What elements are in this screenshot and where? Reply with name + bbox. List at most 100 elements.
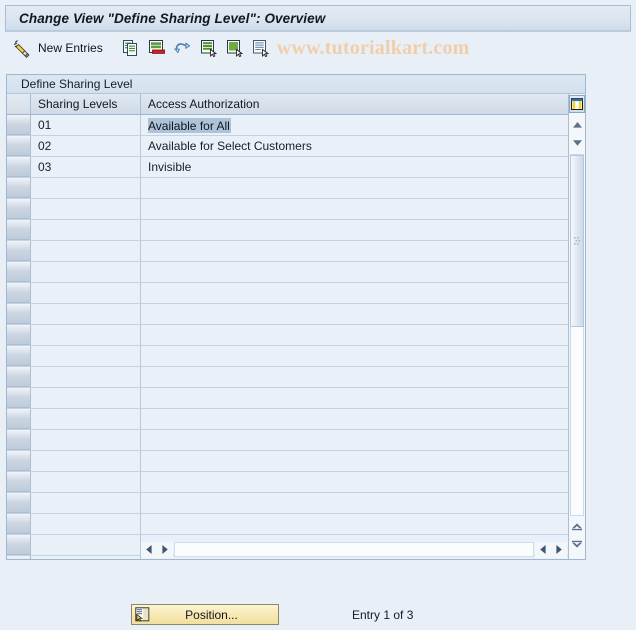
- table-row[interactable]: [7, 430, 585, 451]
- table-row[interactable]: 01 Available for All: [7, 115, 585, 136]
- copy-icon[interactable]: [121, 38, 141, 58]
- row-selector-button[interactable]: [7, 157, 31, 177]
- row-selector-button[interactable]: [7, 409, 31, 429]
- row-selector-button[interactable]: [7, 388, 31, 408]
- scroll-right-icon[interactable]: [157, 541, 173, 558]
- scroll-left-end-icon[interactable]: [535, 541, 551, 558]
- cell-sharing-level[interactable]: [31, 451, 141, 471]
- row-selector-button[interactable]: [7, 346, 31, 366]
- column-header-access-authorization[interactable]: Access Authorization: [141, 94, 585, 114]
- row-selector-button[interactable]: [7, 472, 31, 492]
- table-row[interactable]: [7, 346, 585, 367]
- table-row[interactable]: [7, 493, 585, 514]
- cell-sharing-level[interactable]: [31, 304, 141, 324]
- row-selector-button[interactable]: [7, 325, 31, 345]
- cell-sharing-level[interactable]: [31, 346, 141, 366]
- table-row[interactable]: [7, 409, 585, 430]
- cell-sharing-level[interactable]: [31, 325, 141, 345]
- cell-sharing-level[interactable]: [31, 514, 141, 534]
- row-selector-button[interactable]: [7, 136, 31, 156]
- cell-access-authorization[interactable]: [141, 514, 585, 534]
- cell-access-authorization[interactable]: [141, 241, 585, 261]
- table-row[interactable]: [7, 220, 585, 241]
- page-down-icon[interactable]: [569, 536, 585, 553]
- cell-sharing-level[interactable]: [31, 283, 141, 303]
- vertical-scroll-thumb[interactable]: [570, 155, 584, 327]
- row-selector-header[interactable]: [7, 94, 31, 114]
- cell-sharing-level[interactable]: 02: [31, 136, 141, 156]
- table-row[interactable]: [7, 262, 585, 283]
- table-row[interactable]: [7, 388, 585, 409]
- row-selector-button[interactable]: [7, 514, 31, 534]
- table-row[interactable]: [7, 283, 585, 304]
- cell-access-authorization[interactable]: [141, 346, 585, 366]
- delete-icon[interactable]: [147, 38, 167, 58]
- cell-sharing-level[interactable]: 01: [31, 115, 141, 135]
- cell-access-authorization[interactable]: [141, 178, 585, 198]
- table-settings-icon[interactable]: [569, 95, 585, 113]
- select-all-icon[interactable]: [199, 38, 219, 58]
- vertical-scrollbar[interactable]: [568, 94, 585, 559]
- new-entries-label[interactable]: New Entries: [38, 41, 103, 55]
- cell-sharing-level[interactable]: 03: [31, 157, 141, 177]
- scroll-up-icon[interactable]: [569, 116, 585, 133]
- horizontal-scrollbar[interactable]: [141, 541, 567, 558]
- cell-sharing-level[interactable]: [31, 535, 141, 555]
- row-selector-button[interactable]: [7, 535, 31, 555]
- cell-access-authorization[interactable]: [141, 199, 585, 219]
- pencil-icon[interactable]: [11, 38, 31, 58]
- cell-sharing-level[interactable]: [31, 556, 141, 559]
- table-row[interactable]: [7, 178, 585, 199]
- cell-access-authorization[interactable]: [141, 430, 585, 450]
- row-selector-button[interactable]: [7, 178, 31, 198]
- table-row[interactable]: [7, 241, 585, 262]
- table-row[interactable]: [7, 472, 585, 493]
- table-row[interactable]: [7, 304, 585, 325]
- row-selector-button[interactable]: [7, 199, 31, 219]
- table-row[interactable]: [7, 514, 585, 535]
- cell-access-authorization[interactable]: [141, 262, 585, 282]
- cell-access-authorization[interactable]: [141, 283, 585, 303]
- cell-access-authorization[interactable]: [141, 220, 585, 240]
- cell-sharing-level[interactable]: [31, 241, 141, 261]
- cell-sharing-level[interactable]: [31, 409, 141, 429]
- table-row[interactable]: [7, 367, 585, 388]
- cell-sharing-level[interactable]: [31, 472, 141, 492]
- cell-sharing-level[interactable]: [31, 493, 141, 513]
- position-button[interactable]: Position...: [131, 604, 279, 625]
- cell-access-authorization[interactable]: [141, 451, 585, 471]
- cell-access-authorization[interactable]: [141, 367, 585, 387]
- row-selector-button[interactable]: [7, 493, 31, 513]
- row-selector-button[interactable]: [7, 115, 31, 135]
- cell-sharing-level[interactable]: [31, 388, 141, 408]
- cell-sharing-level[interactable]: [31, 367, 141, 387]
- row-selector-button[interactable]: [7, 367, 31, 387]
- select-block-icon[interactable]: [225, 38, 245, 58]
- row-selector-button[interactable]: [7, 241, 31, 261]
- page-up-icon[interactable]: [569, 518, 585, 535]
- undo-icon[interactable]: [173, 38, 193, 58]
- row-selector-button[interactable]: [7, 430, 31, 450]
- scroll-down-icon[interactable]: [569, 134, 585, 151]
- cell-sharing-level[interactable]: [31, 178, 141, 198]
- table-row[interactable]: [7, 325, 585, 346]
- column-header-sharing-levels[interactable]: Sharing Levels: [31, 94, 141, 114]
- cell-sharing-level[interactable]: [31, 199, 141, 219]
- row-selector-button[interactable]: [7, 220, 31, 240]
- cell-sharing-level[interactable]: [31, 220, 141, 240]
- cell-sharing-level[interactable]: [31, 430, 141, 450]
- row-selector-button[interactable]: [7, 262, 31, 282]
- scroll-left-icon[interactable]: [141, 541, 157, 558]
- cell-access-authorization[interactable]: [141, 388, 585, 408]
- cell-access-authorization[interactable]: [141, 304, 585, 324]
- cell-access-authorization[interactable]: [141, 472, 585, 492]
- table-row[interactable]: 03 Invisible: [7, 157, 585, 178]
- row-selector-button[interactable]: [7, 283, 31, 303]
- row-selector-button[interactable]: [7, 451, 31, 471]
- horizontal-scroll-track[interactable]: [174, 542, 534, 557]
- cell-access-authorization[interactable]: Available for Select Customers: [141, 136, 585, 156]
- table-row[interactable]: 02 Available for Select Customers: [7, 136, 585, 157]
- table-row[interactable]: [7, 451, 585, 472]
- cell-access-authorization[interactable]: [141, 409, 585, 429]
- table-row[interactable]: [7, 199, 585, 220]
